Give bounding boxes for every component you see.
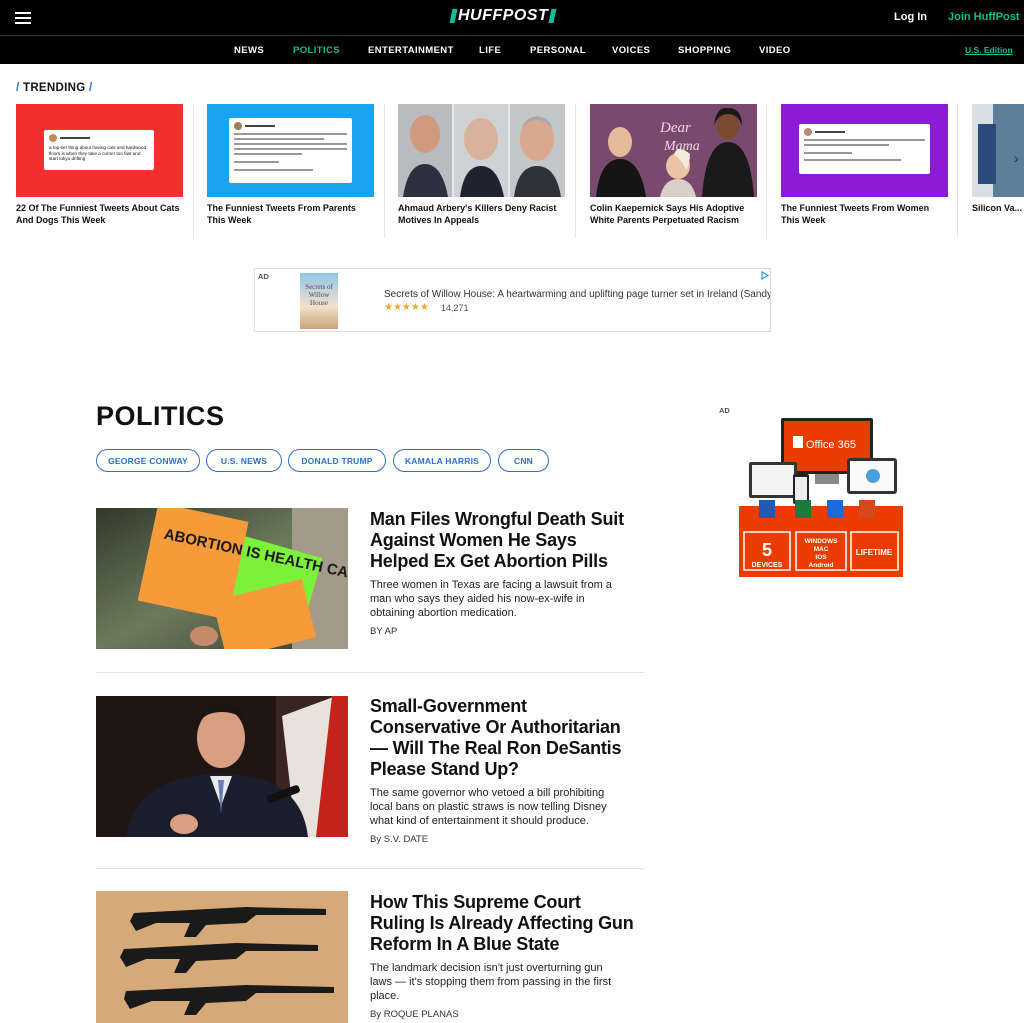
book-title: Secrets of Willow House	[305, 283, 333, 307]
rifles-photo	[96, 891, 348, 1023]
trending-divider	[957, 104, 958, 238]
trending-divider	[766, 104, 767, 238]
nav-voices[interactable]: VOICES	[612, 45, 650, 56]
mugshots-photo	[398, 104, 565, 197]
side-ad-label: AD	[719, 406, 730, 415]
tag-cnn[interactable]: CNN	[498, 449, 549, 472]
section-title: POLITICS	[96, 401, 225, 431]
devices-label: DEVICES	[752, 562, 783, 569]
trending-thumb-1: a top-tier thing about having cats and h…	[16, 104, 183, 197]
office365-brand: Office 365	[806, 439, 856, 451]
trending-label-text: TRENDING	[23, 82, 86, 94]
os-line-1: WINDOWS	[805, 538, 839, 545]
os-line-4: Android	[809, 562, 834, 569]
event-photo: Dear Mama	[590, 104, 757, 197]
star-rating-icon: ★★★★★	[384, 302, 429, 313]
nav-entertainment[interactable]: ENTERTAINMENT	[368, 45, 454, 56]
trending-caption-2: The Funniest Tweets From Parents This We…	[207, 203, 356, 225]
trending-caption-4: Colin Kaepernick Says His Adoptive White…	[590, 203, 745, 225]
tweet-graphic	[799, 124, 930, 174]
article-image[interactable]	[96, 696, 348, 837]
trending-divider	[193, 104, 194, 238]
article-title[interactable]: Man Files Wrongful Death Suit Against Wo…	[370, 509, 640, 572]
trending-thumb-4: Dear Mama	[590, 104, 757, 197]
trending-divider	[384, 104, 385, 238]
nav-life[interactable]: LIFE	[479, 45, 501, 56]
trending-heading: / TRENDING /	[16, 82, 93, 94]
logo-text: HUFFPOST	[458, 7, 549, 24]
trending-thumb-5	[781, 104, 948, 197]
trending-caption-3: Ahmaud Arbery's Killers Deny Racist Moti…	[398, 203, 557, 225]
ad-text[interactable]: Secrets of Willow House: A heartwarming …	[384, 289, 770, 300]
trending-thumb-3	[398, 104, 565, 197]
article-title[interactable]: Small-Government Conservative Or Authori…	[370, 696, 640, 780]
top-bar: HUFFPOST Log In Join HuffPost	[0, 0, 1024, 35]
desantis-photo	[96, 696, 348, 837]
trending-card-5[interactable]: The Funniest Tweets From Women This Week	[781, 104, 948, 226]
main-nav: NEWS POLITICS ENTERTAINMENT LIFE PERSONA…	[0, 35, 1024, 64]
tag-george-conway[interactable]: GEORGE CONWAY	[96, 449, 200, 472]
chevron-right-icon[interactable]: ›	[1014, 150, 1019, 166]
article-description: The same governor who vetoed a bill proh…	[370, 787, 607, 827]
article-byline[interactable]: By S.V. DATE	[370, 834, 428, 845]
os-line-3: IOS	[815, 554, 827, 561]
devices-count: 5	[762, 540, 772, 560]
huffpost-logo[interactable]: HUFFPOST	[449, 7, 557, 24]
edition-link[interactable]: U.S. Edition	[965, 45, 1013, 55]
login-link[interactable]: Log In	[894, 11, 927, 23]
trending-divider	[575, 104, 576, 238]
trending-card-2[interactable]: The Funniest Tweets From Parents This We…	[207, 104, 374, 226]
article-description: The landmark decision isn't just overtur…	[370, 962, 612, 1002]
nav-news[interactable]: NEWS	[234, 45, 264, 56]
trending-caption-5: The Funniest Tweets From Women This Week	[781, 203, 930, 225]
join-link[interactable]: Join HuffPost	[948, 11, 1020, 23]
article-description: Three women in Texas are facing a lawsui…	[370, 579, 612, 619]
trending-caption-6: Silicon Va... Deposito...	[972, 203, 1024, 213]
tag-kamala-harris[interactable]: KAMALA HARRIS	[393, 449, 491, 472]
tweet-graphic: a top-tier thing about having cats and h…	[44, 130, 154, 170]
article-image[interactable]: ABORTION IS HEALTH CARE	[96, 508, 348, 649]
ad-label: AD	[258, 272, 269, 281]
article-byline[interactable]: By ROQUE PLANAS	[370, 1009, 459, 1020]
article-divider	[96, 672, 644, 673]
lifetime-label: LIFETIME	[856, 548, 893, 557]
logo-bar-right	[548, 9, 557, 23]
nav-video[interactable]: VIDEO	[759, 45, 791, 56]
trending-card-3[interactable]: Ahmaud Arbery's Killers Deny Racist Moti…	[398, 104, 565, 226]
ad-banner[interactable]: AD Secrets of Willow House Secrets of Wi…	[254, 268, 771, 332]
trending-card-4[interactable]: Dear Mama Colin Kaepernick Says His Adop…	[590, 104, 757, 226]
os-line-2: MAC	[814, 546, 829, 553]
trending-caption-1: 22 Of The Funniest Tweets About Cats And…	[16, 203, 180, 225]
book-cover-image: Secrets of Willow House	[300, 273, 338, 329]
tag-donald-trump[interactable]: DONALD TRUMP	[288, 449, 386, 472]
rating-count: 14,271	[441, 303, 469, 313]
tweet-graphic	[229, 118, 352, 183]
menu-icon[interactable]	[15, 12, 31, 24]
abortion-sign-photo: ABORTION IS HEALTH CARE	[96, 508, 348, 649]
office365-ad[interactable]: Office 365 5 DEVICES WINDOWS MAC IOS And…	[739, 416, 903, 577]
article-divider	[96, 868, 644, 869]
adchoices-icon[interactable]	[761, 271, 769, 280]
office365-ad-graphic: Office 365 5 DEVICES WINDOWS MAC IOS And…	[739, 418, 903, 577]
svg-text:Dear: Dear	[659, 120, 691, 136]
tag-us-news[interactable]: U.S. NEWS	[206, 449, 282, 472]
trending-card-1[interactable]: a top-tier thing about having cats and h…	[16, 104, 183, 226]
nav-personal[interactable]: PERSONAL	[530, 45, 586, 56]
tweet-text: a top-tier thing about having cats and h…	[49, 145, 147, 161]
article-byline[interactable]: BY AP	[370, 626, 397, 637]
article-image[interactable]	[96, 891, 348, 1023]
nav-shopping[interactable]: SHOPPING	[678, 45, 731, 56]
trending-thumb-2	[207, 104, 374, 197]
article-title[interactable]: How This Supreme Court Ruling Is Already…	[370, 892, 640, 955]
nav-politics[interactable]: POLITICS	[293, 45, 340, 56]
